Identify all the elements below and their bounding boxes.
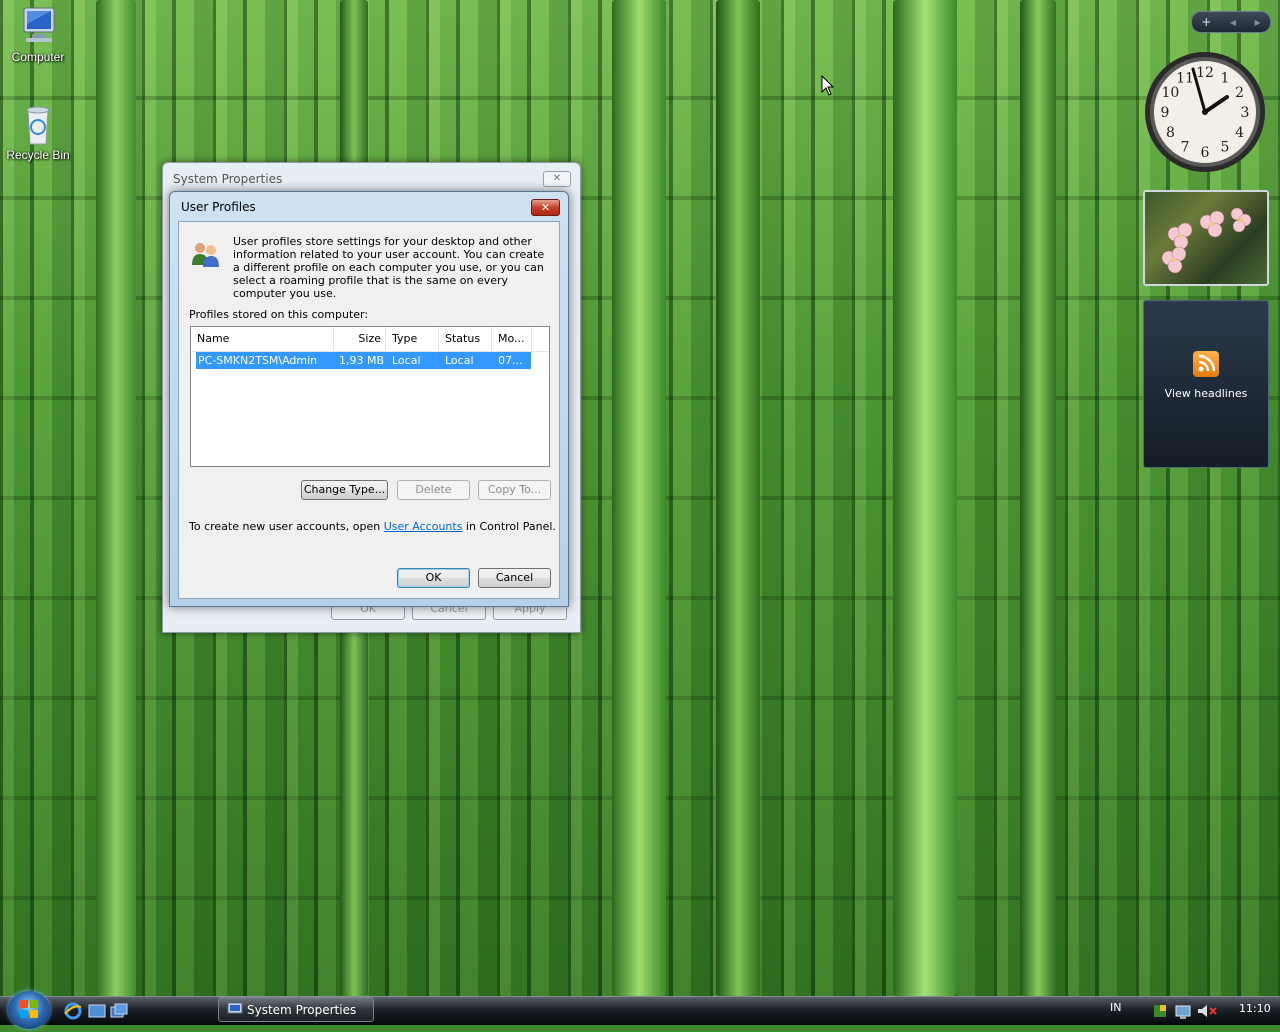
ok-button[interactable]: OK — [397, 568, 470, 588]
dialog-body: User profiles store settings for your de… — [178, 221, 560, 599]
table-row[interactable]: PC-SMKN2TSM\Admin 1,93 MB Local Local 07… — [196, 352, 531, 369]
mouse-cursor-icon — [821, 74, 835, 100]
windows-logo-icon — [20, 1000, 38, 1018]
volume-muted-icon[interactable] — [1198, 1005, 1217, 1017]
previous-page-button[interactable]: ◀ — [1230, 18, 1236, 27]
slideshow-gadget[interactable] — [1143, 190, 1269, 286]
clock-numeral: 5 — [1221, 140, 1230, 156]
clock-numeral: 8 — [1166, 125, 1175, 141]
hint-text-prefix: To create new user accounts, open — [189, 520, 384, 533]
cell-status: Local — [445, 354, 474, 367]
copy-to-button[interactable]: Copy To... — [478, 480, 551, 500]
cell-size: 1,93 MB — [338, 354, 384, 367]
notification-area — [1150, 1002, 1230, 1020]
security-center-icon[interactable] — [1154, 1005, 1166, 1017]
column-header-name[interactable]: Name — [191, 327, 334, 351]
clock-numeral: 10 — [1161, 85, 1179, 101]
clock-numeral: 1 — [1221, 70, 1230, 86]
intro-text: User profiles store settings for your de… — [233, 235, 545, 300]
system-properties-icon — [227, 1000, 243, 1014]
next-page-button[interactable]: ▶ — [1255, 18, 1261, 27]
taskbar-clock[interactable]: 11:10 — [1239, 1002, 1271, 1015]
desktop-icon-label: Computer — [11, 50, 65, 64]
sidebar-controls: + ◀ ▶ — [1191, 11, 1271, 33]
cell-modified: 07... — [498, 354, 523, 367]
add-gadget-button[interactable]: + — [1201, 15, 1211, 29]
clock-numeral: 4 — [1235, 125, 1244, 141]
delete-button[interactable]: Delete — [397, 480, 470, 500]
clock-numeral: 7 — [1181, 140, 1190, 156]
taskbar: System Properties IN 11:10 — [0, 991, 1280, 1029]
computer-icon — [18, 4, 58, 48]
view-headlines-link[interactable]: View headlines — [1144, 387, 1268, 400]
column-header-size[interactable]: Size — [334, 327, 386, 351]
switch-windows-icon[interactable] — [110, 1002, 128, 1020]
clock-numeral: 3 — [1241, 105, 1250, 121]
flower-photo — [1161, 207, 1252, 274]
show-desktop-icon[interactable] — [88, 1002, 106, 1020]
close-button[interactable]: ✕ — [531, 199, 560, 216]
column-header-modified[interactable]: Mo... — [492, 327, 532, 351]
profiles-list-label: Profiles stored on this computer: — [189, 308, 369, 321]
clock-gadget[interactable]: 12 1 2 3 4 5 6 7 8 9 10 11 — [1143, 50, 1267, 174]
clock-numeral: 12 — [1196, 65, 1214, 81]
clock-numeral: 6 — [1201, 145, 1210, 161]
create-accounts-hint: To create new user accounts, open User A… — [189, 520, 556, 533]
user-profiles-dialog: User Profiles ✕ User profiles store sett… — [169, 191, 569, 607]
recycle-bin-icon — [18, 102, 58, 146]
clock-numeral: 2 — [1235, 85, 1244, 101]
clock-numeral: 9 — [1161, 105, 1170, 121]
start-button[interactable] — [8, 991, 50, 1029]
network-icon[interactable] — [1175, 1005, 1191, 1019]
users-icon — [190, 239, 222, 269]
dialog-title: User Profiles — [181, 200, 256, 214]
feed-headlines-gadget[interactable]: View headlines — [1143, 300, 1269, 468]
column-header-status[interactable]: Status — [439, 327, 492, 351]
cell-name: PC-SMKN2TSM\Admin — [198, 354, 318, 367]
desktop-icon-label: Recycle Bin — [6, 148, 70, 162]
user-accounts-link[interactable]: User Accounts — [384, 520, 463, 533]
change-type-button[interactable]: Change Type... — [301, 480, 388, 500]
rss-icon — [1193, 351, 1219, 377]
desktop-icon-recycle-bin[interactable]: Recycle Bin — [0, 102, 76, 162]
taskbar-button-label: System Properties — [247, 1003, 357, 1017]
cell-type: Local — [392, 354, 421, 367]
column-header-type[interactable]: Type — [386, 327, 439, 351]
taskbar-button-system-properties[interactable]: System Properties — [218, 997, 374, 1022]
close-button[interactable]: ✕ — [543, 171, 571, 187]
internet-explorer-icon[interactable] — [64, 1002, 82, 1020]
window-title: System Properties — [173, 172, 283, 186]
desktop-icon-computer[interactable]: Computer — [0, 4, 76, 64]
clock-numeral: 11 — [1176, 70, 1194, 86]
hint-text-suffix: in Control Panel. — [462, 520, 556, 533]
cancel-button[interactable]: Cancel — [478, 568, 551, 588]
language-indicator[interactable]: IN — [1110, 1001, 1121, 1014]
list-header: Name Size Type Status Mo... — [191, 327, 549, 352]
profiles-list[interactable]: Name Size Type Status Mo... PC-SMKN2TSM\… — [190, 326, 550, 467]
